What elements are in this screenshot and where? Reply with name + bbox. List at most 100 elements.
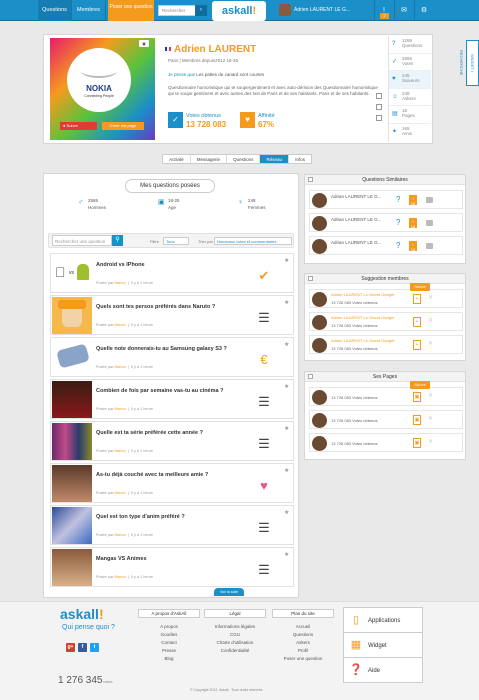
option-checkbox[interactable] bbox=[376, 93, 382, 99]
footer-logo[interactable]: askall! bbox=[60, 606, 104, 622]
clapperboard-icon[interactable]: ☰ bbox=[253, 392, 275, 412]
clapperboard-icon[interactable]: ☰ bbox=[253, 434, 275, 454]
question-row[interactable]: Quels sont tes persos préférés dans Naru… bbox=[50, 295, 294, 335]
question-row[interactable]: Mangas VS Animes Posée par Marclo | Il y… bbox=[50, 547, 294, 587]
panel-checkbox[interactable] bbox=[308, 374, 313, 379]
sort-select[interactable]: Nouveaux votes et commentaires bbox=[214, 237, 292, 245]
notifications-icon[interactable]: ! 2 bbox=[374, 0, 393, 21]
question-row[interactable]: As-tu déjà couché avec ta meilleure amie… bbox=[50, 463, 294, 503]
close-icon[interactable]: ✕ bbox=[428, 438, 433, 445]
suggested-member-row[interactable]: Suivre Adrian LAURENT Le Grand Gadget 13 7… bbox=[309, 283, 463, 308]
side-widget-tab[interactable]: WIDGET / RECHERCHE bbox=[459, 40, 479, 86]
filter-select[interactable]: Tous bbox=[163, 237, 189, 245]
stat-questions[interactable]: ? 1265 Questions bbox=[389, 36, 431, 54]
star-icon[interactable]: ★ bbox=[284, 299, 289, 306]
user-menu[interactable]: Adrien LAURENT LE G... bbox=[267, 0, 372, 21]
create-page-button[interactable]: Créer ma page bbox=[102, 122, 144, 130]
tab-questions[interactable]: Questions bbox=[227, 155, 261, 163]
footer-link[interactable]: Contact bbox=[138, 639, 200, 647]
member-name[interactable]: Adrian LAURENT Le Grand Gadget bbox=[331, 315, 394, 320]
add-icon[interactable]: + bbox=[413, 340, 421, 350]
panel-checkbox[interactable] bbox=[308, 276, 313, 281]
footer-link[interactable]: Presse bbox=[138, 647, 200, 655]
question-author[interactable]: Marclo bbox=[114, 281, 125, 285]
facebook-icon[interactable]: f bbox=[78, 643, 87, 652]
footer-link[interactable]: CGU bbox=[204, 631, 266, 639]
question-author[interactable]: Marclo bbox=[114, 407, 125, 411]
page-icon[interactable]: ▣ bbox=[413, 438, 421, 448]
question-title[interactable]: Combien de fois par semaine vas-tu au ci… bbox=[96, 388, 223, 394]
follow-button[interactable]: Suivre bbox=[410, 381, 430, 389]
help-button[interactable]: ❓ Aide bbox=[343, 657, 423, 683]
close-icon[interactable]: ✕ bbox=[428, 317, 433, 324]
panel-checkbox[interactable] bbox=[308, 177, 313, 182]
member-name[interactable]: Adrian LAURENT Le Grand Gadget bbox=[331, 292, 394, 297]
footer-link[interactable]: Poser une question bbox=[272, 655, 334, 663]
twitter-icon[interactable]: t bbox=[90, 643, 99, 652]
stat-suiveurs[interactable]: ♥ 245 Suiveurs bbox=[389, 71, 431, 89]
star-icon[interactable]: ★ bbox=[284, 341, 289, 348]
user-name[interactable]: Adrian LAURENT LE G... bbox=[331, 217, 381, 222]
question-author[interactable]: Marclo bbox=[114, 365, 125, 369]
close-icon[interactable]: ✕ bbox=[428, 294, 433, 301]
similar-question-row[interactable]: Adrian LAURENT LE G...? ! 18 bbox=[309, 236, 463, 255]
question-title[interactable]: Android vs IPhone bbox=[96, 262, 145, 268]
question-row[interactable]: Quelle note donnerais-tu au Samsung gala… bbox=[50, 337, 294, 377]
footer-link[interactable]: Accueil bbox=[272, 623, 334, 631]
member-name[interactable]: Adrian LAURENT Le Grand Gadget bbox=[331, 338, 394, 343]
heart-icon[interactable]: ♥ bbox=[253, 476, 275, 496]
star-icon[interactable]: ★ bbox=[284, 467, 289, 474]
close-icon[interactable]: ✕ bbox=[428, 392, 433, 399]
question-title[interactable]: As-tu déjà couché avec ta meilleure amie… bbox=[96, 472, 208, 478]
question-title[interactable]: Quelle note donnerais-tu au Samsung gala… bbox=[96, 346, 227, 352]
chat-icon[interactable] bbox=[426, 197, 433, 203]
tab-activite[interactable]: Activité bbox=[163, 155, 191, 163]
question-row[interactable]: Quel est ton type d'anim préféré ? Posée… bbox=[50, 505, 294, 545]
add-icon[interactable]: + bbox=[413, 317, 421, 327]
question-row[interactable]: Quelle est ta série préférée cette année… bbox=[50, 421, 294, 461]
question-author[interactable]: Marclo bbox=[114, 533, 125, 537]
applications-button[interactable]: ▯ Applications bbox=[343, 607, 423, 633]
camera-icon[interactable]: ▣ bbox=[139, 40, 149, 47]
similar-question-row[interactable]: Adrian LAURENT LE G...? ! 18 bbox=[309, 213, 463, 232]
page-icon[interactable]: ▣ bbox=[413, 415, 421, 425]
nav-membres[interactable]: Membres bbox=[72, 0, 106, 21]
follow-button[interactable]: ● Suivre bbox=[60, 122, 97, 130]
suggested-member-row[interactable]: Adrian LAURENT Le Grand Gadget 13 728 083… bbox=[309, 312, 463, 331]
chat-icon[interactable] bbox=[426, 243, 433, 249]
question-author[interactable]: Marclo bbox=[114, 449, 125, 453]
option-checkbox[interactable] bbox=[376, 115, 382, 121]
vote-icon[interactable]: ✔ bbox=[253, 266, 275, 286]
footer-link[interactable]: Questions bbox=[272, 631, 334, 639]
footer-link[interactable]: Confidentialité bbox=[204, 647, 266, 655]
user-name[interactable]: Adrian LAURENT LE G... bbox=[331, 240, 381, 245]
star-icon[interactable]: ★ bbox=[284, 509, 289, 516]
close-icon[interactable]: ✕ bbox=[428, 340, 433, 347]
option-checkbox[interactable] bbox=[376, 104, 382, 110]
search-button[interactable]: › bbox=[195, 5, 207, 16]
star-icon[interactable]: ★ bbox=[284, 257, 289, 264]
stat-amis[interactable]: ✦ 165 Amis bbox=[389, 124, 431, 142]
widget-button[interactable]: ▦ Widget bbox=[343, 632, 423, 658]
clapperboard-icon[interactable]: ☰ bbox=[253, 518, 275, 538]
footer-link[interactable]: Profil bbox=[272, 647, 334, 655]
close-icon[interactable]: ✕ bbox=[428, 415, 433, 422]
star-icon[interactable]: ★ bbox=[284, 551, 289, 558]
footer-link[interactable]: Informations légales bbox=[204, 623, 266, 631]
follow-button[interactable]: Suivre bbox=[410, 283, 430, 291]
page-row[interactable]: 13 728 083 Votes obtenus ▣ ✕ bbox=[309, 410, 463, 429]
tab-infos[interactable]: Infos bbox=[289, 155, 311, 163]
user-name[interactable]: Adrian LAURENT LE G... bbox=[331, 194, 381, 199]
stat-votes[interactable]: ✓ 2565 Votes bbox=[389, 54, 431, 71]
add-icon[interactable]: + bbox=[413, 294, 421, 304]
google-plus-icon[interactable]: g+ bbox=[66, 643, 75, 652]
footer-link[interactable]: Blog bbox=[138, 655, 200, 663]
similar-question-row[interactable]: Adrian LAURENT LE G...? ! 18 bbox=[309, 190, 463, 209]
star-icon[interactable]: ★ bbox=[284, 425, 289, 432]
clapperboard-icon[interactable]: ☰ bbox=[253, 560, 275, 580]
question-search-input[interactable]: Rechercher une question bbox=[52, 235, 112, 246]
tab-reseau[interactable]: Réseau bbox=[260, 155, 290, 163]
stat-askers[interactable]: ☺ 248 Askers bbox=[389, 89, 431, 106]
page-icon[interactable]: ▣ bbox=[413, 392, 421, 402]
question-title[interactable]: Mangas VS Animes bbox=[96, 556, 147, 562]
